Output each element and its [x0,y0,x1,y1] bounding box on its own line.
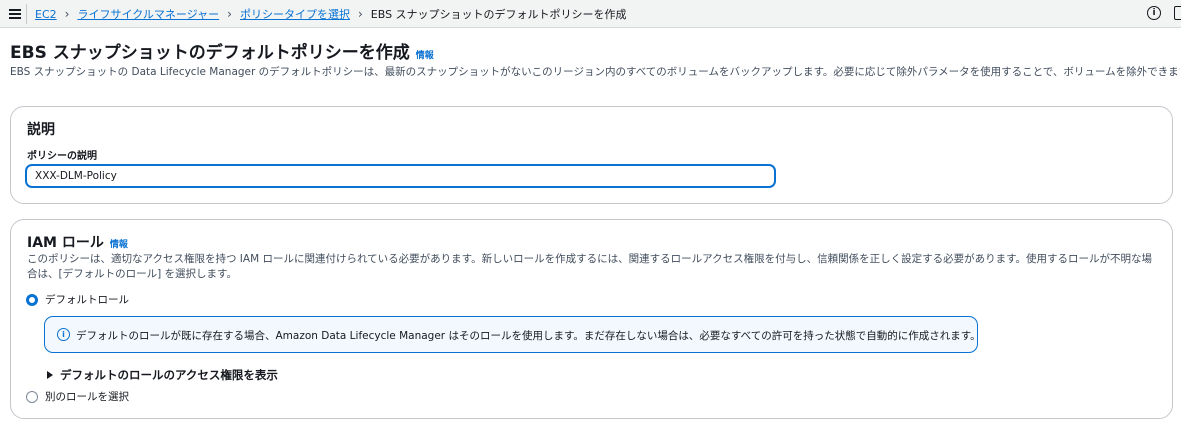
iam-role-heading: IAM ロール 情報 [27,232,128,252]
breadcrumb-current: EBS スナップショットのデフォルトポリシーを作成 [370,8,627,21]
policy-description-input[interactable] [25,164,776,188]
expander-label: デフォルトのロールのアクセス権限を表示 [60,368,278,382]
info-icon: i [57,328,70,341]
breadcrumb-separator: › [357,7,363,21]
iam-role-card: IAM ロール 情報 このポリシーは、適切なアクセス権限を持つ IAM ロールに… [10,219,1173,419]
info-alert: i デフォルトのロールが既に存在する場合、Amazon Data Lifecyc… [44,316,981,353]
iam-role-heading-text: IAM ロール [27,235,104,251]
breadcrumb-ec2[interactable]: EC2 [35,8,57,21]
radio-default-role-label: デフォルトロール [45,294,129,306]
breadcrumb-lifecycle-manager[interactable]: ライフサイクルマネージャー [77,6,219,22]
radio-button-selected[interactable] [26,293,38,306]
radio-button-unselected[interactable] [26,390,38,403]
page-title: EBS スナップショットのデフォルトポリシーを作成 情報 [10,38,434,63]
iam-info-link[interactable]: 情報 [110,237,128,250]
caret-right-icon [47,371,53,379]
radio-other-role[interactable]: 別のロールを選択 [26,389,129,404]
policy-description-label: ポリシーの説明 [27,151,97,162]
radio-other-role-label: 別のロールを選択 [45,391,129,403]
breadcrumb-separator: › [64,7,70,21]
hamburger-menu-icon[interactable] [6,5,24,23]
page-title-text: EBS スナップショットのデフォルトポリシーを作成 [10,43,410,63]
radio-default-role[interactable]: デフォルトロール [26,292,129,307]
side-panel-icon[interactable] [1174,6,1181,20]
breadcrumb-separator: › [227,7,232,21]
breadcrumb: EC2 › ライフサイクルマネージャー › ポリシータイプを選択 › EBS ス… [35,6,627,22]
info-icon[interactable]: i [1147,6,1161,20]
page-info-link[interactable]: 情報 [416,48,434,61]
top-navigation-bar: EC2 › ライフサイクルマネージャー › ポリシータイプを選択 › EBS ス… [0,0,1181,28]
divider [26,4,27,24]
breadcrumb-select-policy-type[interactable]: ポリシータイプを選択 [240,6,350,22]
info-alert-text: デフォルトのロールが既に存在する場合、Amazon Data Lifecycle… [76,330,981,342]
default-role-permissions-expander[interactable]: デフォルトのロールのアクセス権限を表示 [47,367,278,383]
iam-role-description: このポリシーは、適切なアクセス権限を持つ IAM ロールに関連付けられている必要… [27,253,1153,280]
page-description: EBS スナップショットの Data Lifecycle Manager のデフ… [10,66,1180,78]
description-heading: 説明 [27,122,55,138]
description-card: 説明 ポリシーの説明 [10,106,1173,204]
